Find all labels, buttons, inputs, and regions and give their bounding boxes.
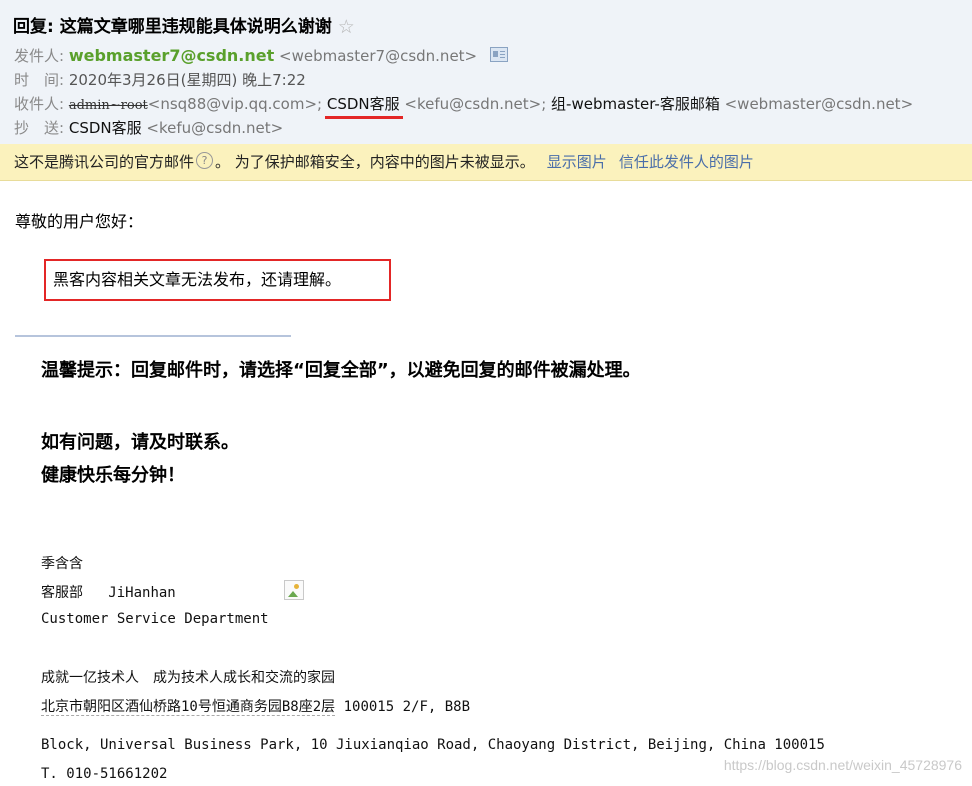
broken-image-icon (284, 580, 304, 600)
recipient-1-name[interactable]: admin~root (69, 98, 148, 113)
cc-name[interactable]: CSDN客服 (69, 119, 142, 137)
sender-label: 发件人: (14, 47, 65, 65)
blog-watermark: https://blog.csdn.net/weixin_45728976 (723, 757, 962, 773)
recipient-3-email: <webmaster@csdn.net> (724, 95, 914, 113)
notice-text-2: 。 为了保护邮箱安全，内容中的图片未被显示。 (215, 153, 535, 171)
recipient-2-name[interactable]: CSDN客服 (324, 93, 403, 119)
contact-card-icon[interactable] (489, 47, 508, 62)
recipient-1-email: <nsq88@vip.qq.com>; (147, 95, 323, 113)
mail-subject: 回复: 这篇文章哪里违规能具体说明么谢谢 ☆ (13, 12, 355, 38)
mail-header: 回复: 这篇文章哪里违规能具体说明么谢谢 ☆ 发件人: webmaster7@cs… (0, 0, 972, 144)
signature-dept-en: Customer Service Department (41, 611, 269, 627)
signature-address-en: Block, Universal Business Park, 10 Jiuxi… (41, 737, 825, 753)
to-label: 收件人: (14, 95, 65, 113)
signature-address-cn[interactable]: 北京市朝阳区酒仙桥路10号恒通商务园B8座2层 (41, 699, 336, 716)
sender-row: 发件人: webmaster7@csdn.net <webmaster7@csd… (14, 45, 508, 66)
signature-name-en: JiHanhan (108, 585, 176, 601)
cc-label: 抄 送: (14, 119, 65, 137)
recipient-3-name[interactable]: 组-webmaster-客服邮箱 (551, 95, 720, 113)
show-images-link[interactable]: 显示图片 (547, 153, 607, 171)
signature-address-code: 100015 2/F, B8B (343, 699, 471, 715)
signature-name-cn: 季含含 (41, 556, 83, 572)
wish-line: 健康快乐每分钟！ (41, 465, 185, 486)
signature-dept-cn: 客服部 (41, 585, 83, 601)
sender-email: <webmaster7@csdn.net> (279, 47, 478, 65)
signature-address-row: 北京市朝阳区酒仙桥路10号恒通商务园B8座2层 100015 2/F, B8B (41, 696, 470, 716)
sender-name-link[interactable]: webmaster7@csdn.net (69, 46, 274, 65)
recipient-2-email: <kefu@csdn.net>; (404, 95, 547, 113)
highlighted-message: 黑客内容相关文章无法发布，还请理解。 (44, 259, 391, 301)
notice-text-1: 这不是腾讯公司的官方邮件 (14, 153, 195, 171)
time-value: 2020年3月26日(星期四) 晚上7:22 (68, 71, 306, 89)
signature-dept-row: 客服部 JiHanhan (41, 582, 176, 602)
time-label: 时 间: (14, 71, 65, 89)
signature-phone: T. 010-51661202 (41, 766, 168, 782)
star-icon[interactable]: ☆ (338, 16, 355, 38)
trust-sender-link[interactable]: 信任此发件人的图片 (619, 153, 754, 171)
signature-slogan: 成就一亿技术人 成为技术人成长和交流的家园 (41, 670, 335, 686)
security-notice-bar: 这不是腾讯公司的官方邮件?。 为了保护邮箱安全，内容中的图片未被显示。 显示图片信… (0, 144, 972, 181)
reply-tip: 温馨提示：回复邮件时，请选择“回复全部”，以避免回复的邮件被漏处理。 (41, 360, 641, 381)
time-row: 时 间: 2020年3月26日(星期四) 晚上7:22 (14, 69, 306, 90)
divider (15, 335, 291, 337)
greeting-text: 尊敬的用户您好： (15, 212, 144, 231)
recipients-row: 收件人: admin~root<nsq88@vip.qq.com>; CSDN客… (14, 93, 914, 119)
subject-text: 回复: 这篇文章哪里违规能具体说明么谢谢 (13, 17, 332, 37)
help-icon[interactable]: ? (196, 152, 214, 169)
cc-email: <kefu@csdn.net> (146, 119, 284, 137)
cc-row: 抄 送: CSDN客服 <kefu@csdn.net> (14, 117, 283, 138)
contact-line: 如有问题，请及时联系。 (41, 432, 239, 453)
